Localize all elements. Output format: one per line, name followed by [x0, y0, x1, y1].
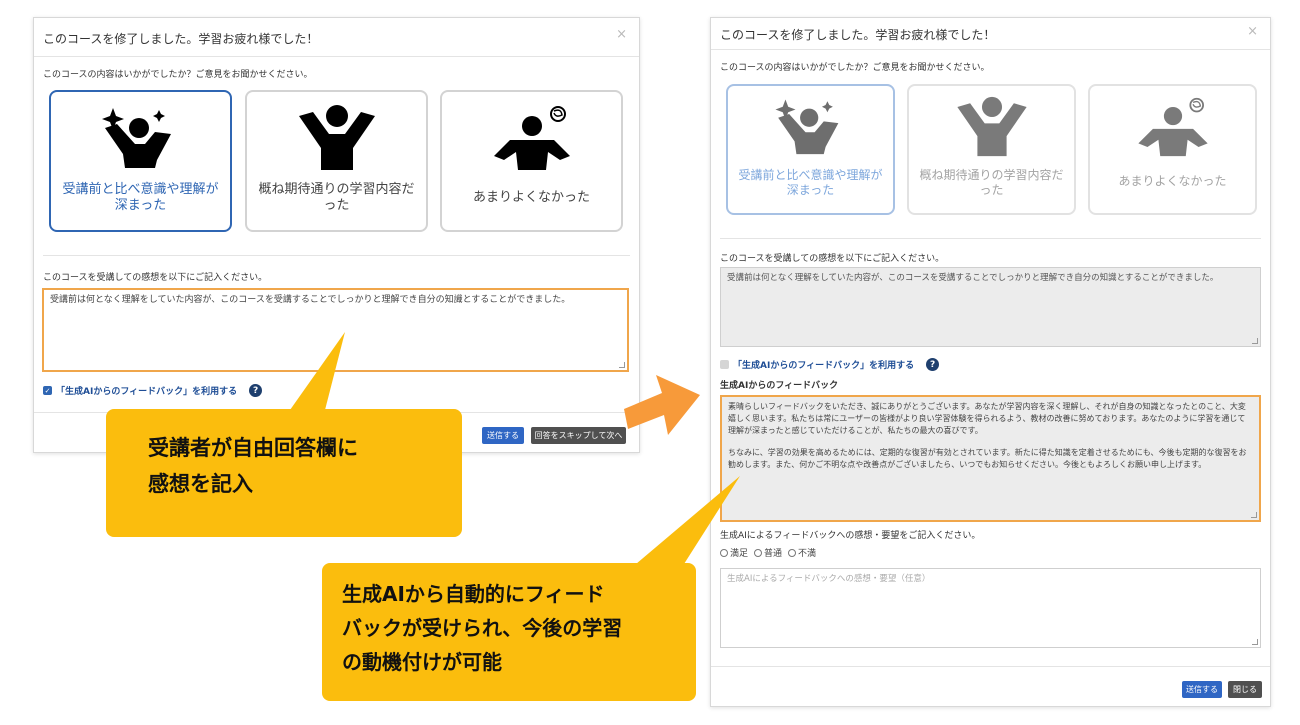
- callout-line: 受講者が自由回答欄に: [148, 436, 358, 460]
- callout-ai-feedback: 生成AIから自動的にフィード バックが受けられ、今後の学習 の動機付けが可能: [322, 563, 696, 701]
- callout-student-input: 受講者が自由回答欄に 感想を記入: [106, 409, 462, 537]
- callout-line: 生成AIから自動的にフィード: [342, 582, 605, 606]
- callout-line: の動機付けが可能: [342, 650, 502, 674]
- callout-line: バックが受けられ、今後の学習: [342, 616, 623, 640]
- callout-tail-left: [290, 332, 345, 410]
- callout-tail-right: [636, 476, 740, 564]
- callout-line: 感想を記入: [148, 471, 253, 496]
